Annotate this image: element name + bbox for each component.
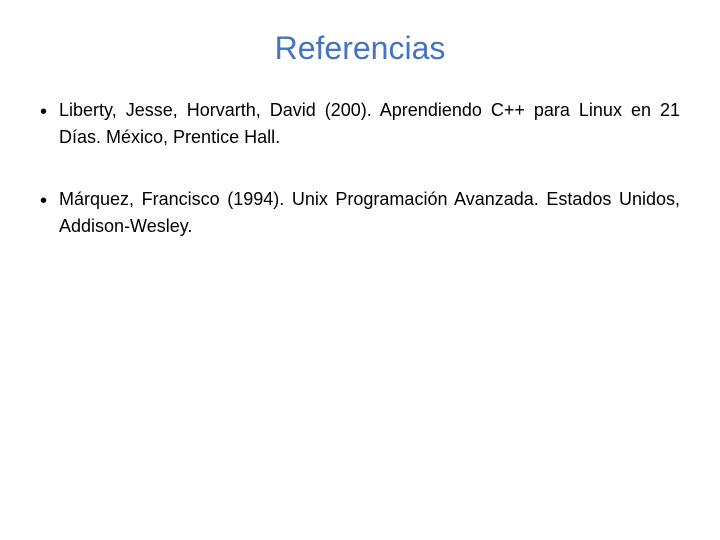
reference-2-text: Márquez, Francisco (1994). Unix Programa… xyxy=(59,186,680,240)
list-item: • Liberty, Jesse, Horvarth, David (200).… xyxy=(40,97,680,151)
references-list: • Liberty, Jesse, Horvarth, David (200).… xyxy=(40,97,680,275)
page-title: Referencias xyxy=(40,30,680,67)
list-item: • Márquez, Francisco (1994). Unix Progra… xyxy=(40,186,680,240)
reference-1-text: Liberty, Jesse, Horvarth, David (200). A… xyxy=(59,97,680,151)
bullet-icon: • xyxy=(40,97,47,127)
bullet-icon: • xyxy=(40,186,47,216)
